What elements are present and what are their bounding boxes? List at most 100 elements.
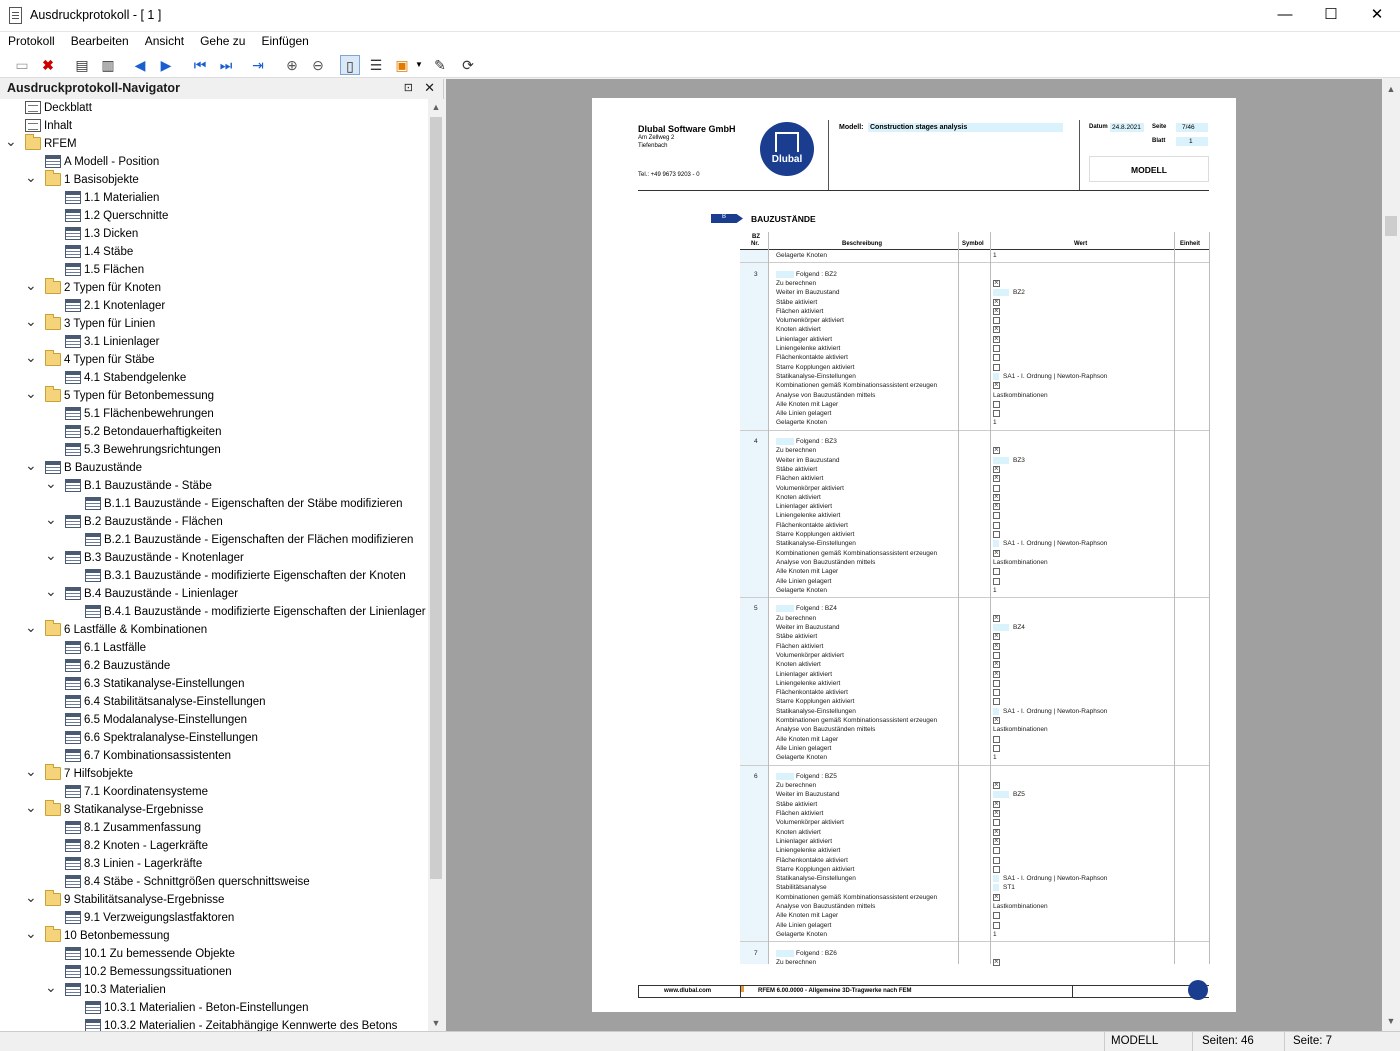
tree-item[interactable]: 2.1 Knotenlager: [0, 297, 428, 315]
tree-item[interactable]: 8.2 Knoten - Lagerkräfte: [0, 837, 428, 855]
tree-item[interactable]: ⌄ B.1 Bauzustände - Stäbe: [0, 476, 428, 495]
page-viewer[interactable]: Dlubal Software GmbH Am Zellweg 2 Tiefen…: [446, 79, 1382, 1031]
chevron-down-icon[interactable]: ⌄: [25, 890, 37, 909]
tree-item[interactable]: 6.3 Statikanalyse-Einstellungen: [0, 675, 428, 693]
menu-protokoll[interactable]: Protokoll: [0, 32, 63, 48]
scroll-down-icon[interactable]: ▼: [428, 1015, 444, 1031]
navigator-scrollbar[interactable]: ▲ ▼: [428, 99, 444, 1031]
delete-icon[interactable]: ✖: [38, 55, 58, 75]
next-icon[interactable]: ▶: [156, 55, 176, 75]
print-setup-icon[interactable]: ▥: [98, 55, 118, 75]
chevron-down-icon[interactable]: ⌄: [45, 548, 57, 567]
tree-item[interactable]: 6.4 Stabilitätsanalyse-Einstellungen: [0, 693, 428, 711]
zoom-out-icon[interactable]: ⊖: [308, 55, 328, 75]
tree-item[interactable]: 4.1 Stabendgelenke: [0, 369, 428, 387]
chevron-down-icon[interactable]: ⌄: [5, 134, 17, 153]
minimize-button[interactable]: —: [1262, 0, 1308, 32]
tree-item[interactable]: 3.1 Linienlager: [0, 333, 428, 351]
tree-item[interactable]: 6.6 Spektralanalyse-Einstellungen: [0, 729, 428, 747]
tree-item[interactable]: 8.3 Linien - Lagerkräfte: [0, 855, 428, 873]
chevron-down-icon[interactable]: ⌄: [25, 764, 37, 783]
chevron-down-icon[interactable]: ⌄: [25, 620, 37, 639]
viewer-scroll-down-icon[interactable]: ▼: [1382, 1013, 1400, 1029]
tree-item[interactable]: 7.1 Koordinatensysteme: [0, 783, 428, 801]
print-icon[interactable]: ▤: [72, 55, 92, 75]
tree-item[interactable]: ⌄ B.4 Bauzustände - Linienlager: [0, 584, 428, 603]
goto-icon[interactable]: ⇥: [248, 55, 268, 75]
zoom-in-icon[interactable]: ⊕: [282, 55, 302, 75]
close-button[interactable]: ✕: [1354, 0, 1400, 32]
close-icon[interactable]: ✕: [424, 80, 435, 96]
tree-item[interactable]: 5.1 Flächenbewehrungen: [0, 405, 428, 423]
tree-item[interactable]: ⌄ 6 Lastfälle & Kombinationen: [0, 620, 428, 639]
menu-gehe-zu[interactable]: Gehe zu: [192, 32, 253, 48]
tree-item[interactable]: 6.2 Bauzustände: [0, 657, 428, 675]
menu-ansicht[interactable]: Ansicht: [137, 32, 192, 48]
chevron-down-icon[interactable]: ⌄: [45, 980, 57, 999]
viewer-scroll-thumb[interactable]: [1385, 216, 1397, 236]
chevron-down-icon[interactable]: ⌄: [25, 800, 37, 819]
tree-item[interactable]: 10.1 Zu bemessende Objekte: [0, 945, 428, 963]
tree-item[interactable]: 6.5 Modalanalyse-Einstellungen: [0, 711, 428, 729]
tree-item[interactable]: 8.4 Stäbe - Schnittgrößen querschnittswe…: [0, 873, 428, 891]
tree-item[interactable]: ⌄ B.3 Bauzustände - Knotenlager: [0, 548, 428, 567]
print-options-icon[interactable]: ▣: [392, 55, 412, 75]
tree-item[interactable]: 8.1 Zusammenfassung: [0, 819, 428, 837]
new-icon[interactable]: ▭: [12, 55, 32, 75]
tree-item[interactable]: 6.7 Kombinationsassistenten: [0, 747, 428, 765]
tree-item[interactable]: ⌄ 10 Betonbemessung: [0, 926, 428, 945]
chevron-down-icon[interactable]: ⌄: [25, 170, 37, 189]
tree-item[interactable]: ⌄ RFEM: [0, 134, 428, 153]
tree-item[interactable]: ⌄ 8 Statikanalyse-Ergebnisse: [0, 800, 428, 819]
table-settings-icon[interactable]: ☰: [366, 55, 386, 75]
tree-item[interactable]: ⌄ 2 Typen für Knoten: [0, 278, 428, 297]
tree-item[interactable]: 10.3.1 Materialien - Beton-Einstellungen: [0, 999, 428, 1017]
chevron-down-icon[interactable]: ⌄: [45, 584, 57, 603]
tree-item[interactable]: ⌄ 1 Basisobjekte: [0, 170, 428, 189]
dropdown-icon[interactable]: ▼: [412, 55, 426, 75]
tree-item[interactable]: ⌄ 9 Stabilitätsanalyse-Ergebnisse: [0, 890, 428, 909]
tree-item[interactable]: 10.3.2 Materialien - Zeitabhängige Kennw…: [0, 1017, 428, 1031]
menu-bearbeiten[interactable]: Bearbeiten: [63, 32, 137, 48]
tree-item[interactable]: 1.2 Querschnitte: [0, 207, 428, 225]
refresh-icon[interactable]: ⟳: [458, 55, 478, 75]
scroll-thumb[interactable]: [430, 117, 442, 879]
page-view-icon[interactable]: ▯: [340, 55, 360, 75]
tree-item[interactable]: ⌄ 3 Typen für Linien: [0, 314, 428, 333]
tree-item[interactable]: B.1.1 Bauzustände - Eigenschaften der St…: [0, 495, 428, 513]
tree-item[interactable]: 1.1 Materialien: [0, 189, 428, 207]
chevron-down-icon[interactable]: ⌄: [25, 278, 37, 297]
tree-item[interactable]: 9.1 Verzweigungslastfaktoren: [0, 909, 428, 927]
tree-item[interactable]: ⌄ 5 Typen für Betonbemessung: [0, 386, 428, 405]
tree-item[interactable]: ⌄ 10.3 Materialien: [0, 980, 428, 999]
tree-item[interactable]: Inhalt: [0, 117, 428, 135]
tree-item[interactable]: B.3.1 Bauzustände - modifizierte Eigensc…: [0, 567, 428, 585]
first-icon[interactable]: ⏮: [190, 55, 210, 75]
tree-item[interactable]: 6.1 Lastfälle: [0, 639, 428, 657]
chevron-down-icon[interactable]: ⌄: [25, 458, 37, 477]
pin-icon[interactable]: ⊡: [404, 81, 413, 94]
last-icon[interactable]: ⏭: [216, 55, 236, 75]
viewer-scrollbar[interactable]: ▲ ▼: [1382, 79, 1400, 1031]
tree-item[interactable]: B.4.1 Bauzustände - modifizierte Eigensc…: [0, 603, 428, 621]
menu-einfuegen[interactable]: Einfügen: [253, 32, 316, 48]
tree-item[interactable]: ⌄ B.2 Bauzustände - Flächen: [0, 512, 428, 531]
tree-item[interactable]: Deckblatt: [0, 99, 428, 117]
tree-item[interactable]: 5.2 Betondauerhaftigkeiten: [0, 423, 428, 441]
chevron-down-icon[interactable]: ⌄: [25, 350, 37, 369]
chevron-down-icon[interactable]: ⌄: [25, 386, 37, 405]
tree-item[interactable]: ⌄ B Bauzustände: [0, 458, 428, 477]
maximize-button[interactable]: ☐: [1308, 0, 1354, 32]
viewer-scroll-up-icon[interactable]: ▲: [1382, 81, 1400, 97]
tree-item[interactable]: A Modell - Position: [0, 153, 428, 171]
tree-item[interactable]: ⌄ 7 Hilfsobjekte: [0, 764, 428, 783]
prev-icon[interactable]: ◀: [130, 55, 150, 75]
tree-item[interactable]: 1.5 Flächen: [0, 261, 428, 279]
chevron-down-icon[interactable]: ⌄: [45, 476, 57, 495]
tree-item[interactable]: B.2.1 Bauzustände - Eigenschaften der Fl…: [0, 531, 428, 549]
tree-item[interactable]: ⌄ 4 Typen für Stäbe: [0, 350, 428, 369]
tree-item[interactable]: 5.3 Bewehrungsrichtungen: [0, 441, 428, 459]
chevron-down-icon[interactable]: ⌄: [45, 512, 57, 531]
scroll-up-icon[interactable]: ▲: [428, 99, 444, 115]
tree-item[interactable]: 1.3 Dicken: [0, 225, 428, 243]
